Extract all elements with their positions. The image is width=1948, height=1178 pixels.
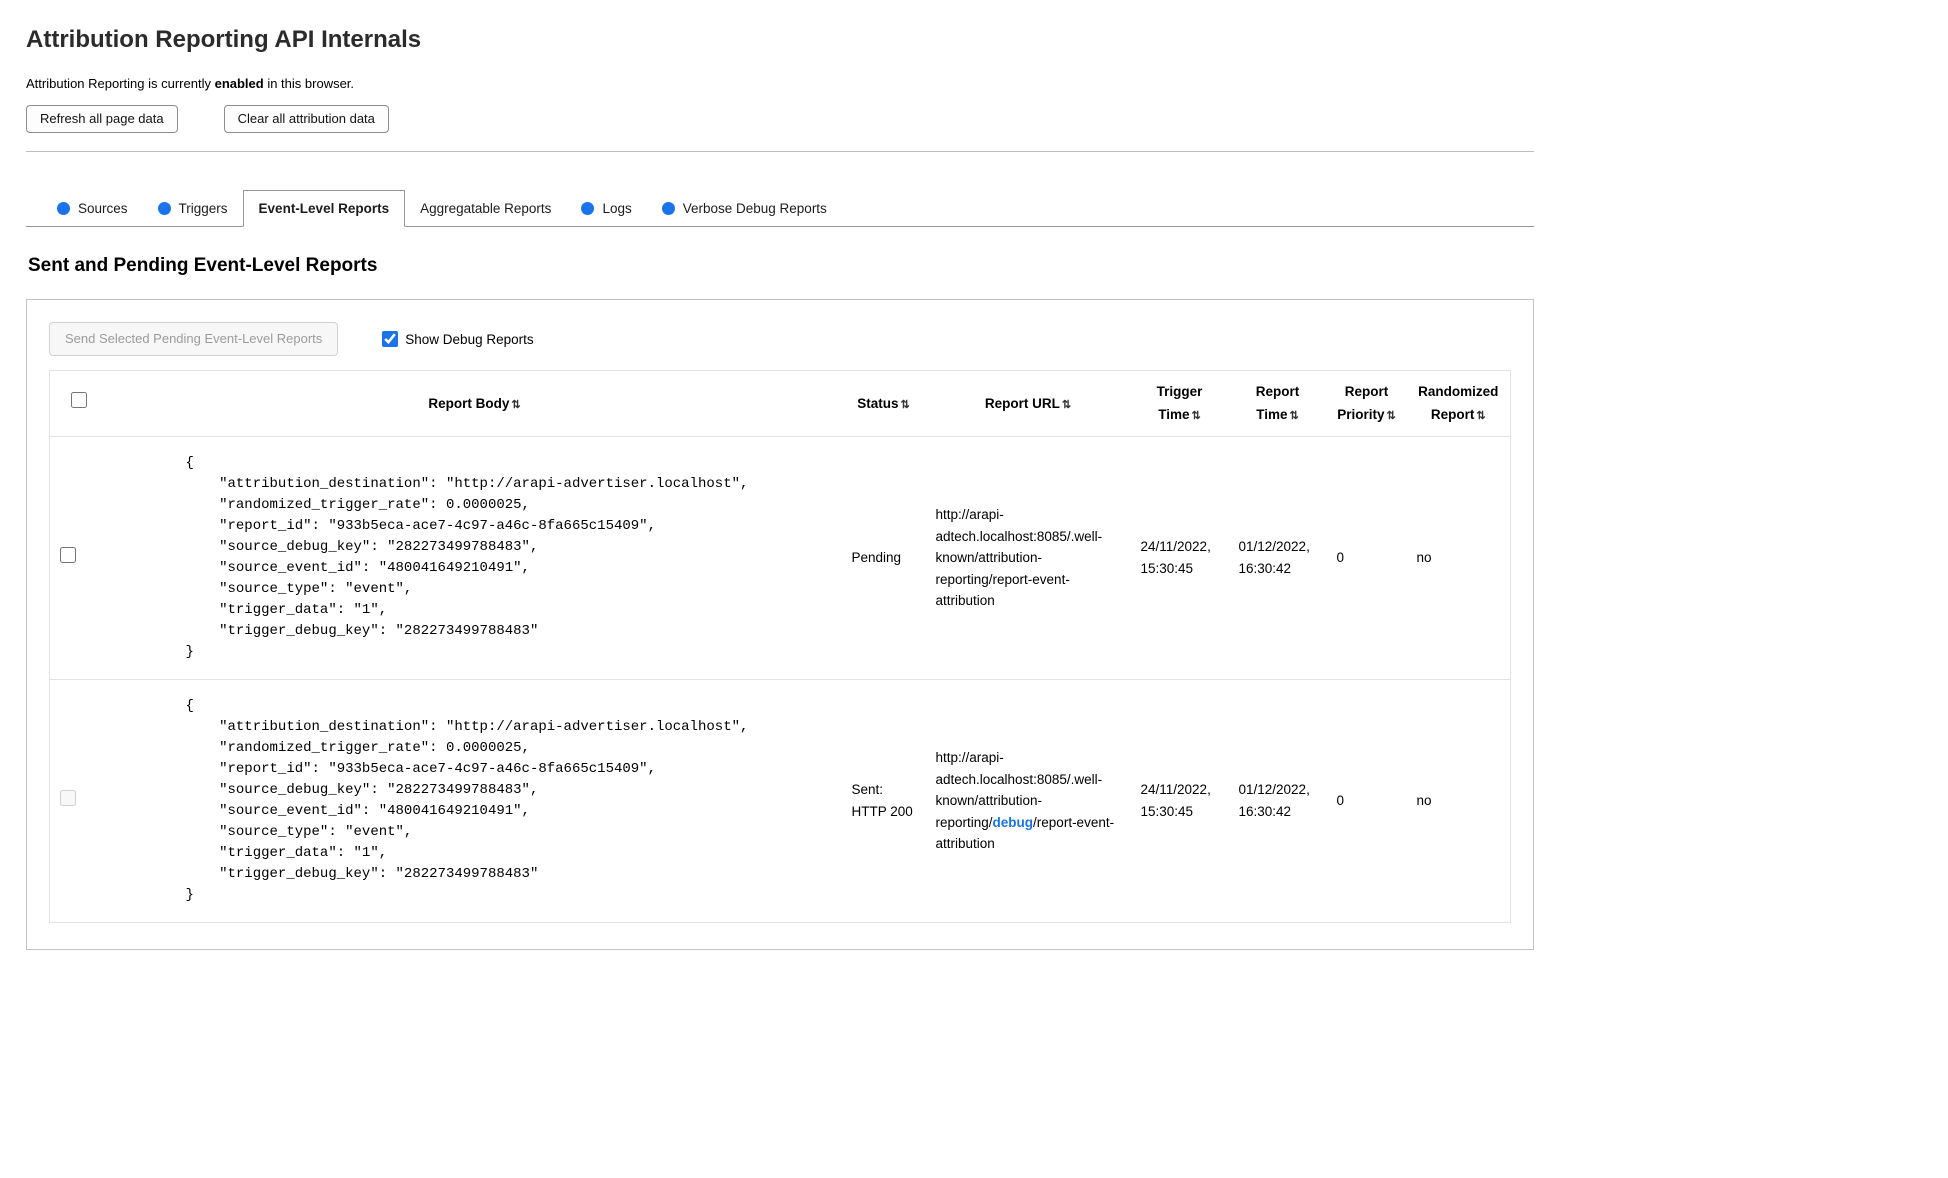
- blue-dot-icon: [57, 201, 70, 215]
- row-select-checkbox[interactable]: [60, 546, 76, 563]
- tab-event-level-reports[interactable]: Event-Level Reports: [242, 190, 406, 228]
- status-line: Attribution Reporting is currently enabl…: [26, 76, 1534, 91]
- tab-triggers[interactable]: Triggers: [143, 190, 243, 226]
- select-all-checkbox[interactable]: [70, 392, 87, 408]
- report-priority-cell: 0: [1336, 550, 1345, 566]
- blue-dot-icon: [157, 201, 171, 215]
- top-toolbar: Refresh all page data Clear all attribut…: [26, 105, 1534, 134]
- send-selected-reports-button[interactable]: Send Selected Pending Event-Level Report…: [49, 322, 339, 357]
- status-cell: Sent: HTTP 200: [851, 782, 913, 819]
- trigger-time-cell: 24/11/2022, 15:30:45: [1140, 539, 1211, 576]
- report-body-cell: { "attribution_destination": "http://ara…: [108, 436, 842, 679]
- status-cell: Pending: [851, 550, 902, 566]
- status-text-prefix: Attribution Reporting is currently: [26, 76, 215, 91]
- row-select-checkbox-disabled[interactable]: [60, 789, 76, 806]
- row-select-cell: [50, 679, 108, 922]
- report-time-cell: 01/12/2022, 16:30:42: [1238, 539, 1310, 576]
- sort-icon: ⇅: [1191, 409, 1201, 422]
- show-debug-reports-checkbox[interactable]: [382, 331, 399, 348]
- status-header[interactable]: Status ⇅: [842, 371, 926, 437]
- sort-icon: ⇅: [900, 398, 910, 411]
- sort-icon: ⇅: [1476, 409, 1486, 422]
- report-url-header[interactable]: Report URL ⇅: [926, 371, 1131, 437]
- trigger-time-header[interactable]: Trigger Time ⇅: [1131, 371, 1229, 437]
- report-body-cell: { "attribution_destination": "http://ara…: [108, 679, 842, 922]
- sort-icon: ⇅: [1289, 409, 1299, 422]
- tab-label: Event-Level Reports: [258, 201, 390, 217]
- table-header-row: Report Body ⇅ Status ⇅ Report URL ⇅ Trigger…: [49, 371, 1511, 437]
- table-row: { "attribution_destination": "http://ara…: [49, 436, 1511, 680]
- panel-toolbar: Send Selected Pending Event-Level Report…: [49, 322, 1511, 357]
- blue-dot-icon: [581, 201, 595, 215]
- tab-label: Verbose Debug Reports: [682, 200, 827, 216]
- tab-verbose-debug-reports[interactable]: Verbose Debug Reports: [647, 190, 842, 226]
- randomized-report-cell: no: [1416, 550, 1432, 566]
- tab-label: Triggers: [178, 200, 228, 216]
- sort-icon: ⇅: [1061, 398, 1072, 411]
- divider: [26, 151, 1534, 153]
- status-enabled-text: enabled: [214, 76, 264, 91]
- report-priority-header[interactable]: Report Priority ⇅: [1327, 371, 1407, 437]
- page-root: Attribution Reporting API Internals Attr…: [0, 0, 1560, 990]
- report-body-json: { "attribution_destination": "http://ara…: [185, 697, 749, 903]
- show-debug-reports-label: Show Debug Reports: [405, 331, 534, 347]
- trigger-time-cell: 24/11/2022, 15:30:45: [1140, 782, 1211, 819]
- select-all-header: [50, 371, 108, 437]
- table-row: { "attribution_destination": "http://ara…: [49, 679, 1511, 923]
- tab-label: Aggregatable Reports: [420, 200, 552, 216]
- tab-label: Sources: [78, 200, 128, 216]
- report-time-header[interactable]: Report Time ⇅: [1229, 371, 1327, 437]
- randomized-report-cell: no: [1416, 793, 1432, 809]
- report-url-cell: http://arapi-adtech.localhost:8085/.well…: [926, 436, 1131, 679]
- reports-panel: Send Selected Pending Event-Level Report…: [26, 299, 1534, 950]
- refresh-all-button[interactable]: Refresh all page data: [26, 105, 178, 134]
- row-select-cell: [50, 436, 108, 679]
- section-heading: Sent and Pending Event-Level Reports: [28, 255, 378, 277]
- report-time-cell: 01/12/2022, 16:30:42: [1238, 782, 1310, 819]
- event-level-reports-table: Report Body ⇅ Status ⇅ Report URL ⇅ Trigger…: [49, 370, 1511, 923]
- show-debug-reports-toggle[interactable]: Show Debug Reports: [382, 331, 534, 348]
- page-title: Attribution Reporting API Internals: [26, 26, 422, 53]
- tab-bar: Sources Triggers Event-Level Reports Agg…: [26, 190, 1534, 228]
- tab-aggregatable-reports[interactable]: Aggregatable Reports: [405, 190, 566, 226]
- report-body-json: { "attribution_destination": "http://ara…: [185, 454, 749, 660]
- sort-icon: ⇅: [511, 398, 521, 411]
- tab-label: Logs: [602, 200, 632, 216]
- report-url-text: http://arapi-adtech.localhost:8085/.well…: [935, 506, 1103, 609]
- randomized-report-header[interactable]: Randomized Report ⇅: [1407, 371, 1511, 437]
- report-url-cell: http://arapi-adtech.localhost:8085/.well…: [926, 679, 1131, 922]
- clear-all-button[interactable]: Clear all attribution data: [223, 105, 389, 134]
- report-body-header[interactable]: Report Body ⇅: [108, 371, 842, 437]
- blue-dot-icon: [661, 201, 675, 215]
- tab-sources[interactable]: Sources: [42, 190, 143, 226]
- url-debug-segment: debug: [992, 814, 1034, 830]
- sort-icon: ⇅: [1386, 409, 1396, 422]
- status-text-suffix: in this browser.: [263, 76, 355, 91]
- report-priority-cell: 0: [1336, 793, 1345, 809]
- tab-logs[interactable]: Logs: [566, 190, 646, 226]
